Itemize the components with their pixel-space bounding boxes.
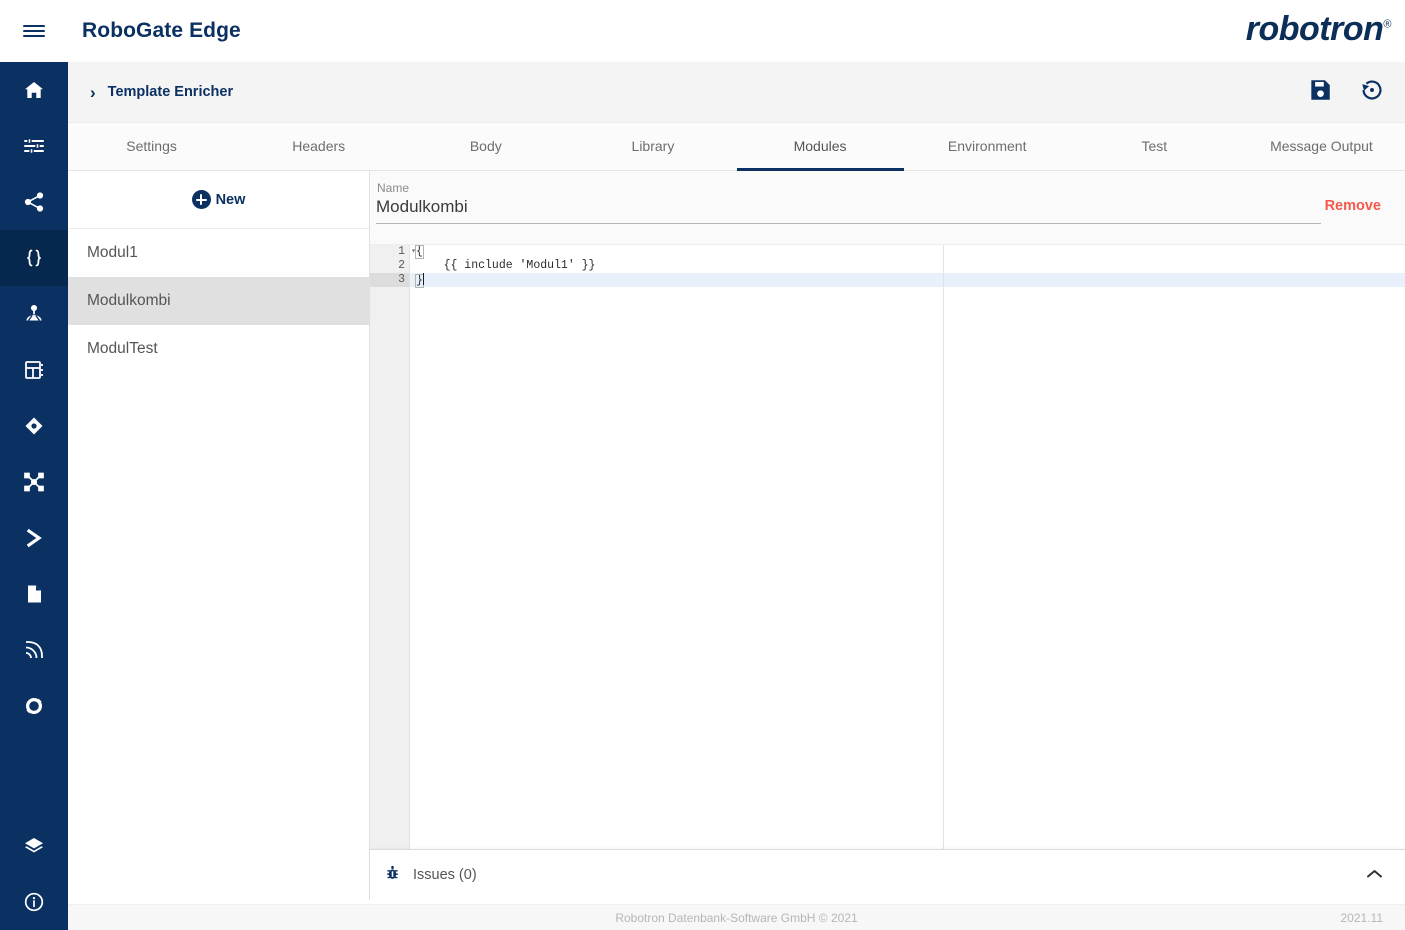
- code-line: {{ include 'Modul1' }}: [416, 259, 596, 272]
- code-text: {: [415, 245, 424, 259]
- new-module-label: New: [215, 191, 246, 208]
- document-icon: [22, 582, 46, 606]
- footer-copyright: Robotron Datenbank-Software GmbH © 2021: [615, 910, 858, 925]
- bug-icon: [383, 863, 402, 887]
- tab-modules[interactable]: Modules: [736, 124, 904, 171]
- list-item[interactable]: Modul1: [68, 229, 369, 277]
- issues-toggle-group[interactable]: Issues (0): [383, 863, 477, 887]
- sidebar-item-settings[interactable]: [0, 118, 68, 174]
- tab-message-output[interactable]: Message Output: [1238, 124, 1405, 171]
- tab-body[interactable]: Body: [402, 124, 569, 171]
- hamburger-bar: [23, 24, 45, 28]
- sidebar-item-documents[interactable]: [0, 566, 68, 622]
- new-module-button[interactable]: New: [68, 171, 369, 229]
- sidebar-item-template-enricher[interactable]: [0, 230, 68, 286]
- sidebar-item-robot[interactable]: [0, 286, 68, 342]
- sidebar-item-workflow[interactable]: [0, 454, 68, 510]
- registered-mark: ®: [1383, 18, 1391, 31]
- code-line: {: [410, 245, 1405, 259]
- name-field-label: Name: [377, 181, 410, 195]
- breadcrumb-bar: › Template Enricher: [68, 62, 1405, 123]
- list-item[interactable]: Modulkombi: [68, 277, 369, 325]
- sidebar-item-home[interactable]: [0, 62, 68, 118]
- content-area: › Template Enricher Settings Headers Bod…: [68, 62, 1405, 930]
- sidebar-item-signal[interactable]: [0, 622, 68, 678]
- sidebar-item-info[interactable]: [0, 874, 68, 930]
- toolbar-actions: [1307, 62, 1385, 123]
- gutter-line-number: 3: [370, 273, 409, 287]
- share-icon: [22, 190, 46, 214]
- editor-gutter: 1 ▾ 2 3: [370, 245, 416, 849]
- hamburger-bar: [23, 34, 45, 38]
- diamond-icon: [22, 414, 46, 438]
- footer: Robotron Datenbank-Software GmbH © 2021 …: [68, 904, 1405, 930]
- line-number: 1: [398, 245, 405, 258]
- save-icon: [1307, 77, 1333, 108]
- code-line: }: [410, 273, 1405, 288]
- restore-button[interactable]: [1359, 77, 1385, 108]
- chevron-right-icon: [22, 526, 46, 550]
- code-text: }: [415, 274, 424, 288]
- tab-test[interactable]: Test: [1071, 124, 1238, 171]
- issues-bar: Issues (0): [370, 849, 1405, 900]
- restore-icon: [1359, 77, 1385, 108]
- sidebar-item-layers[interactable]: [0, 818, 68, 874]
- main-split: New Modul1 Modulkombi ModulTest Name Rem…: [68, 171, 1405, 900]
- sidebar-item-console[interactable]: [0, 510, 68, 566]
- circle-gear-icon: [22, 694, 46, 718]
- home-icon: [22, 78, 46, 102]
- braces-icon: [22, 246, 46, 270]
- tab-headers[interactable]: Headers: [235, 124, 402, 171]
- tab-library[interactable]: Library: [569, 124, 736, 171]
- tab-bar: Settings Headers Body Library Modules En…: [68, 123, 1405, 171]
- gutter-line-number: 2: [398, 259, 405, 272]
- tab-environment[interactable]: Environment: [904, 124, 1071, 171]
- layers-icon: [22, 834, 46, 858]
- code-editor[interactable]: 1 ▾ 2 3 { {{ include 'Modul1' }} }: [370, 244, 1405, 849]
- app-title: RoboGate Edge: [82, 19, 241, 42]
- dashboard-icon: [22, 358, 46, 382]
- nodes-icon: [22, 470, 46, 494]
- robot-icon: [22, 302, 46, 326]
- sidebar-item-monitoring[interactable]: [0, 678, 68, 734]
- name-field-group: Name Remove: [370, 171, 1405, 244]
- gutter-line-number: 1 ▾: [370, 245, 416, 259]
- sidebar-nav: [0, 62, 68, 930]
- brand-text: robotron: [1245, 10, 1384, 48]
- print-margin-ruler: [943, 245, 944, 849]
- list-item[interactable]: ModulTest: [68, 325, 369, 373]
- plus-icon: [191, 190, 211, 209]
- sidebar-item-mapping[interactable]: [0, 398, 68, 454]
- module-editor-panel: Name Remove 1 ▾ 2 3 { {{ include 'Modul1…: [370, 171, 1405, 900]
- hamburger-menu-icon[interactable]: [0, 0, 68, 62]
- footer-version: 2021.11: [1340, 910, 1384, 925]
- sidebar-item-dashboard[interactable]: [0, 342, 68, 398]
- issues-label: Issues (0): [413, 867, 477, 883]
- chevron-right-icon: ›: [90, 82, 96, 102]
- tab-settings[interactable]: Settings: [68, 124, 235, 171]
- sidebar-item-share[interactable]: [0, 174, 68, 230]
- robotron-logo: robotron®: [1245, 10, 1392, 49]
- tune-icon: [22, 134, 46, 158]
- hamburger-bar: [23, 29, 45, 33]
- signal-icon: [22, 638, 46, 662]
- text-caret: [422, 273, 424, 285]
- chevron-up-icon[interactable]: [1366, 868, 1383, 883]
- name-input[interactable]: [376, 197, 1321, 224]
- module-list-panel: New Modul1 Modulkombi ModulTest: [68, 171, 370, 900]
- breadcrumb-label: Template Enricher: [107, 84, 234, 100]
- app-bar: RoboGate Edge robotron®: [0, 0, 1405, 62]
- sidebar-bottom-group: [0, 818, 68, 930]
- info-icon: [22, 890, 46, 914]
- editor-lines: { {{ include 'Modul1' }} }: [410, 245, 1405, 849]
- breadcrumb[interactable]: › Template Enricher: [90, 84, 233, 101]
- save-button[interactable]: [1307, 77, 1333, 108]
- remove-button[interactable]: Remove: [1325, 198, 1381, 214]
